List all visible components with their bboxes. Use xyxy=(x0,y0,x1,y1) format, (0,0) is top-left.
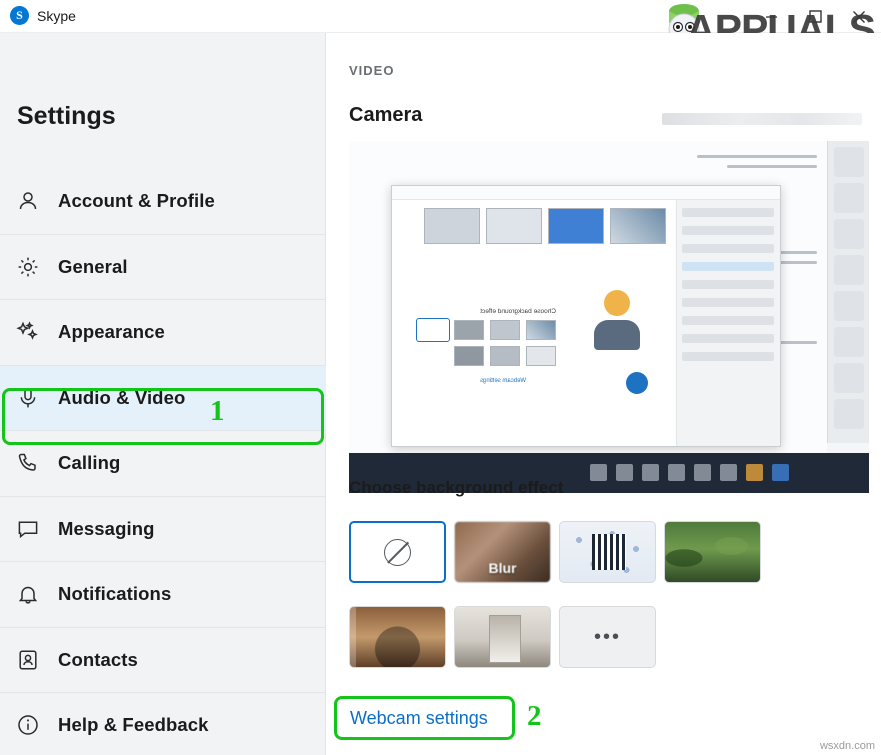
preview-left-column xyxy=(827,141,869,443)
effect-room-option[interactable] xyxy=(454,606,551,668)
no-effect-icon xyxy=(384,538,411,566)
sidebar-item-label: Calling xyxy=(58,452,121,474)
sidebar-item-contacts[interactable]: Contacts xyxy=(0,628,326,693)
pattern-thumbnail-graphic xyxy=(592,534,626,570)
gear-icon xyxy=(15,254,41,280)
effect-blur-option[interactable]: Blur xyxy=(454,521,551,583)
sidebar-item-general[interactable]: General xyxy=(0,235,326,300)
microphone-icon xyxy=(15,385,41,411)
preview-nested-sidebar xyxy=(676,200,780,446)
footer-credit: wsxdn.com xyxy=(819,740,875,752)
maximize-button[interactable] xyxy=(793,0,837,33)
sidebar-item-messaging[interactable]: Messaging xyxy=(0,497,326,562)
phone-icon xyxy=(15,450,41,476)
camera-preview: Choose background effect Webcam settings xyxy=(349,141,869,493)
close-button[interactable] xyxy=(837,0,881,33)
sidebar-item-calling[interactable]: Calling xyxy=(0,431,326,497)
sidebar-item-label: Messaging xyxy=(58,517,155,539)
sparkle-icon xyxy=(15,319,41,345)
sidebar-item-appearance[interactable]: Appearance xyxy=(0,300,326,366)
sidebar-item-audio-video[interactable]: Audio & Video xyxy=(0,365,326,431)
window-controls xyxy=(749,0,881,33)
effect-none-option[interactable] xyxy=(349,521,446,583)
sidebar-item-label: Notifications xyxy=(58,583,172,605)
camera-preview-mirrored-content: Choose background effect Webcam settings xyxy=(349,141,869,493)
camera-heading: Camera xyxy=(349,104,423,126)
sidebar-item-notifications[interactable]: Notifications xyxy=(0,562,326,628)
step-1-badge: 1 xyxy=(210,395,225,427)
step-2-badge: 2 xyxy=(527,700,542,732)
preview-nested-title-bar xyxy=(392,186,780,200)
video-section-kicker: VIDEO xyxy=(349,63,395,78)
settings-nav: Account & Profile General Appearance Aud… xyxy=(0,169,326,755)
sidebar-item-label: Appearance xyxy=(58,321,165,343)
preview-avatar-card xyxy=(570,274,666,370)
title-bar-left: S Skype xyxy=(10,6,76,25)
person-icon xyxy=(15,188,41,214)
sidebar-item-label: Account & Profile xyxy=(58,190,215,212)
effect-pattern-option[interactable] xyxy=(559,521,656,583)
sidebar-item-label: Contacts xyxy=(58,648,138,670)
effect-label: Blur xyxy=(488,560,517,576)
skype-settings-window: S Skype APPUALS Settings Account & Profi… xyxy=(0,0,881,755)
page-title: Settings xyxy=(17,102,116,130)
sidebar-item-label: General xyxy=(58,255,128,277)
title-bar: S Skype xyxy=(0,0,881,33)
sidebar-item-account-profile[interactable]: Account & Profile xyxy=(0,169,326,235)
more-ellipsis-icon: ••• xyxy=(593,625,621,648)
skype-logo-icon: S xyxy=(10,6,29,25)
camera-device-select[interactable] xyxy=(662,113,862,125)
app-title: Skype xyxy=(37,7,76,24)
info-icon xyxy=(15,712,41,738)
sidebar-item-help-feedback[interactable]: Help & Feedback xyxy=(0,693,326,755)
preview-nested-skype-window: Choose background effect Webcam settings xyxy=(391,185,781,447)
contacts-icon xyxy=(15,647,41,673)
minimize-button[interactable] xyxy=(749,0,793,33)
settings-main-panel: VIDEO Camera Choose background effect We… xyxy=(327,33,881,755)
settings-sidebar: Settings Account & Profile General Appea… xyxy=(0,33,326,755)
sidebar-item-label: Help & Feedback xyxy=(58,714,209,736)
background-effect-heading: Choose background effect xyxy=(349,478,564,497)
webcam-settings-link[interactable]: Webcam settings xyxy=(350,708,488,729)
bell-icon xyxy=(15,581,41,607)
effect-plants-option[interactable] xyxy=(664,521,761,583)
effect-more-option[interactable]: ••• xyxy=(559,606,656,668)
preview-nested-main: Choose background effect Webcam settings xyxy=(392,200,676,446)
chat-icon xyxy=(15,516,41,542)
effect-office-option[interactable] xyxy=(349,606,446,668)
sidebar-item-label: Audio & Video xyxy=(58,386,186,408)
